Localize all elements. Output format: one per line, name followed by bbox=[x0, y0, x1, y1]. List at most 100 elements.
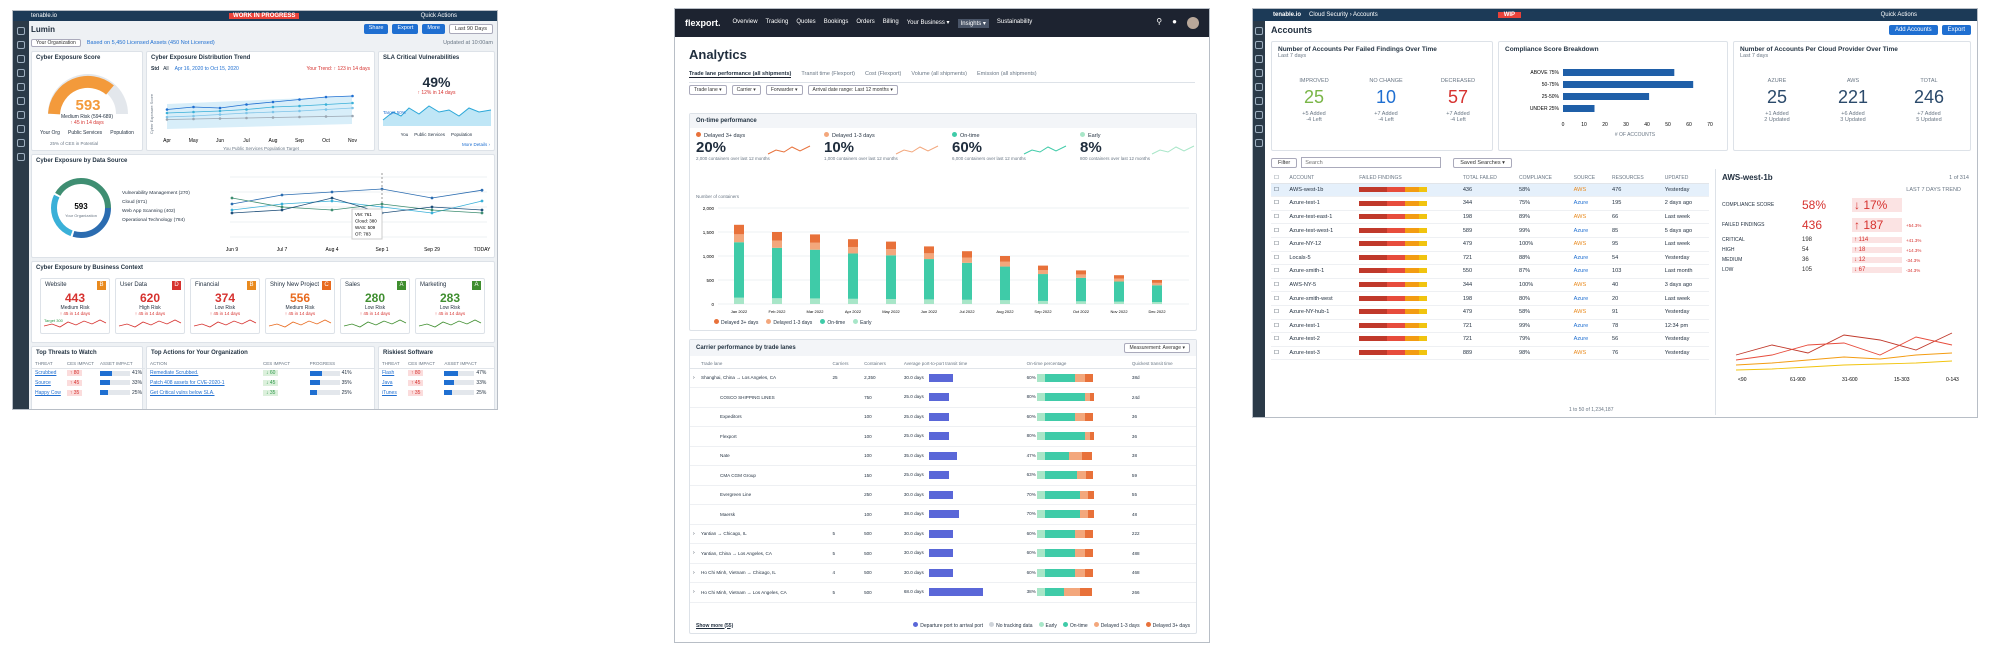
acct-col-header[interactable]: TOTAL FAILED bbox=[1459, 173, 1516, 184]
export-button[interactable]: Export bbox=[392, 24, 419, 34]
org-select[interactable]: Your Organization bbox=[31, 39, 81, 47]
acct-col-header[interactable]: ACCOUNT bbox=[1286, 173, 1357, 184]
row-link[interactable]: Scrubbed bbox=[32, 368, 64, 378]
context-tile[interactable]: Sales A 280 Low Risk ↑ 45 in 14 days bbox=[340, 278, 410, 334]
nav-item[interactable]: Bookings bbox=[824, 19, 849, 28]
table-row[interactable]: Scrubbed ↑ 80 41% bbox=[32, 368, 145, 378]
row-checkbox[interactable]: ☐ bbox=[1271, 251, 1287, 266]
nav-item[interactable]: Tracking bbox=[766, 19, 789, 28]
filter-select[interactable]: Carrier ▾ bbox=[731, 85, 761, 95]
tab[interactable]: Transit time (Flexport) bbox=[801, 71, 855, 78]
row-checkbox[interactable]: ☐ bbox=[1271, 196, 1287, 211]
expand-icon[interactable] bbox=[690, 407, 698, 428]
filter-button[interactable]: Filter bbox=[1271, 157, 1298, 168]
row-checkbox[interactable]: ☐ bbox=[1271, 319, 1287, 334]
detail-page[interactable]: 1 of 314 bbox=[1949, 175, 1969, 181]
account-row[interactable]: ☐ Azure-NY-hub-1 479 58% AWS 91 Yesterday bbox=[1271, 305, 1709, 320]
search-icon[interactable]: ⚲ bbox=[1156, 17, 1162, 29]
row-link[interactable]: Patch 408 assets for CVE-2020-1 bbox=[147, 378, 260, 388]
tab[interactable]: Trade lane performance (all shipments) bbox=[689, 71, 792, 78]
row-link[interactable]: Java bbox=[379, 378, 405, 388]
carrier-col-header[interactable]: On-time percentage bbox=[1023, 359, 1129, 369]
cloud-breadcrumb[interactable]: Cloud Security › Accounts bbox=[1309, 12, 1378, 18]
account-row[interactable]: ☐ Azure-test-1 344 75% Azure 195 2 days ago bbox=[1271, 196, 1709, 211]
context-tile[interactable]: Shiny New Project C 556 Medium Risk ↑ 45 in … bbox=[265, 278, 335, 334]
nav-item[interactable]: Orders bbox=[856, 19, 874, 28]
row-link[interactable]: iTunes bbox=[379, 388, 405, 398]
account-row[interactable]: ☐ Azure-NY-12 479 100% AWS 95 Last week bbox=[1271, 237, 1709, 252]
acct-col-header[interactable]: SOURCE bbox=[1570, 173, 1610, 184]
nav-item[interactable]: Quotes bbox=[796, 19, 815, 28]
nav-item[interactable]: Insights ▾ bbox=[957, 18, 989, 28]
account-row[interactable]: ☐ Azure-test-1 721 99% Azure 78 12:34 pm bbox=[1271, 319, 1709, 334]
row-checkbox[interactable]: ☐ bbox=[1271, 332, 1287, 347]
carrier-row[interactable]: Evergreen Line 250 30.0 days 70% 55 bbox=[690, 485, 1196, 506]
carrier-row[interactable]: CMA CGM Group 150 25.0 days 63% 59 bbox=[690, 465, 1196, 486]
expand-icon[interactable]: › bbox=[690, 524, 698, 545]
date-range-select[interactable]: Last 90 Days bbox=[448, 24, 493, 34]
failed-kpi[interactable]: DECREASED 57 +7 Added -4 Left bbox=[1426, 78, 1490, 123]
sla-more-link[interactable]: More Details › bbox=[462, 142, 490, 147]
nav-item[interactable]: Sustainability bbox=[997, 19, 1032, 28]
row-checkbox[interactable]: ☐ bbox=[1271, 264, 1287, 279]
row-checkbox[interactable]: ☐ bbox=[1271, 291, 1287, 306]
trend-range[interactable]: Apr 16, 2020 to Oct 15, 2020 bbox=[175, 66, 239, 72]
account-row[interactable]: ☐ Locals-5 721 88% Azure 54 Yesterday bbox=[1271, 251, 1709, 266]
row-checkbox[interactable]: ☐ bbox=[1271, 305, 1287, 320]
row-checkbox[interactable]: ☐ bbox=[1271, 183, 1287, 198]
acct-col-header[interactable]: COMPLIANCE bbox=[1515, 173, 1571, 184]
expand-icon[interactable]: › bbox=[690, 582, 698, 603]
table-row[interactable]: Patch 408 assets for CVE-2020-1 ↓ 45 35% bbox=[147, 378, 374, 388]
table-row[interactable]: Source ↑ 45 33% bbox=[32, 378, 145, 388]
expand-icon[interactable]: › bbox=[690, 368, 698, 389]
trend-tab-all[interactable]: All bbox=[163, 66, 169, 72]
measurement-select[interactable]: Measurement: Average ▾ bbox=[1124, 343, 1190, 353]
provider-kpi[interactable]: TOTAL 246 +7 Added 5 Updated bbox=[1896, 78, 1962, 123]
table-row[interactable]: Get Critical vulns below SLA. ↓ 35 25% bbox=[147, 388, 374, 398]
carrier-row[interactable]: COSCO SHIPPING LINES 750 25.0 days 80% 24d bbox=[690, 387, 1196, 408]
expand-icon[interactable] bbox=[690, 465, 698, 486]
accounts-pager[interactable]: 1 to 50 of 1,234,187 bbox=[1569, 407, 1613, 413]
context-tile[interactable]: Marketing A 283 Low Risk ↑ 45 in 14 days bbox=[415, 278, 485, 334]
acct-col-header[interactable]: UPDATED bbox=[1661, 173, 1709, 184]
tab[interactable]: Volume (all shipments) bbox=[911, 71, 967, 78]
nav-item[interactable]: Overview bbox=[733, 19, 758, 28]
share-button[interactable]: Share bbox=[363, 24, 389, 34]
account-row[interactable]: ☐ Azure-test-3 889 98% AWS 76 Yesterday bbox=[1271, 346, 1709, 361]
carrier-row[interactable]: › Ho Chi Minh, Vietnam → Chicago, IL 4 500 3… bbox=[690, 563, 1196, 584]
add-accounts-button[interactable]: Add Accounts bbox=[1888, 25, 1938, 35]
carrier-row[interactable]: › Shanghai, China → Los Angeles, CA 25 2,35… bbox=[690, 368, 1196, 389]
carrier-row[interactable]: Nate 100 35.0 days 47% 38 bbox=[690, 446, 1196, 467]
expand-icon[interactable] bbox=[690, 485, 698, 506]
show-more-link[interactable]: Show more (55) bbox=[696, 623, 733, 629]
context-tile[interactable]: Financial B 374 Low Risk ↑ 45 in 14 days bbox=[190, 278, 260, 334]
avatar[interactable] bbox=[1187, 17, 1199, 29]
row-checkbox[interactable]: ☐ bbox=[1271, 237, 1287, 252]
carrier-row[interactable]: Expeditors 100 25.0 days 60% 36 bbox=[690, 407, 1196, 428]
table-row[interactable]: Java ↑ 45 33% bbox=[379, 378, 494, 388]
account-row[interactable]: ☐ Azure-test-2 721 79% Azure 56 Yesterday bbox=[1271, 332, 1709, 347]
row-link[interactable]: Source bbox=[32, 378, 64, 388]
carrier-col-header[interactable]: Containers bbox=[861, 359, 901, 369]
provider-kpi[interactable]: AWS 221 +6 Added 3 Updated bbox=[1820, 78, 1886, 123]
context-tile[interactable]: Website B 443 Medium Risk ↑ 45 in 14 days Tar… bbox=[40, 278, 110, 334]
failed-kpi[interactable]: IMPROVED 25 +5 Added -4 Left bbox=[1282, 78, 1346, 123]
filter-select[interactable]: Trade lane ▾ bbox=[689, 85, 727, 95]
table-row[interactable]: Flash ↑ 80 47% bbox=[379, 368, 494, 378]
trend-tab-std[interactable]: Std bbox=[151, 66, 159, 72]
row-link[interactable]: Happy Cow bbox=[32, 388, 64, 398]
carrier-col-header[interactable]: Carriers bbox=[829, 359, 862, 369]
account-row[interactable]: ☐ AWS-west-1b 436 58% AWS 476 Yesterday bbox=[1271, 183, 1709, 198]
tab[interactable]: Emission (all shipments) bbox=[977, 71, 1037, 78]
nav-item[interactable]: Billing bbox=[883, 19, 899, 28]
expand-icon[interactable]: › bbox=[690, 543, 698, 564]
filter-select[interactable]: Arrival date range: Last 12 months ▾ bbox=[807, 85, 898, 95]
carrier-row[interactable]: › Ho Chi Minh, Vietnam → Los Angeles, CA 5… bbox=[690, 582, 1196, 603]
provider-kpi[interactable]: AZURE 25 +1 Added 2 Updated bbox=[1744, 78, 1810, 123]
table-row[interactable]: Remediate Scrubbed. ↓ 60 41% bbox=[147, 368, 374, 378]
failed-kpi[interactable]: NO CHANGE 10 +7 Added -4 Left bbox=[1354, 78, 1418, 123]
expand-icon[interactable] bbox=[690, 387, 698, 408]
saved-searches-select[interactable]: Saved Searches ▾ bbox=[1453, 157, 1512, 168]
account-row[interactable]: ☐ AWS-NY-5 344 100% AWS 40 3 days ago bbox=[1271, 278, 1709, 293]
cloud-quick-actions[interactable]: Quick Actions bbox=[1881, 12, 1917, 18]
